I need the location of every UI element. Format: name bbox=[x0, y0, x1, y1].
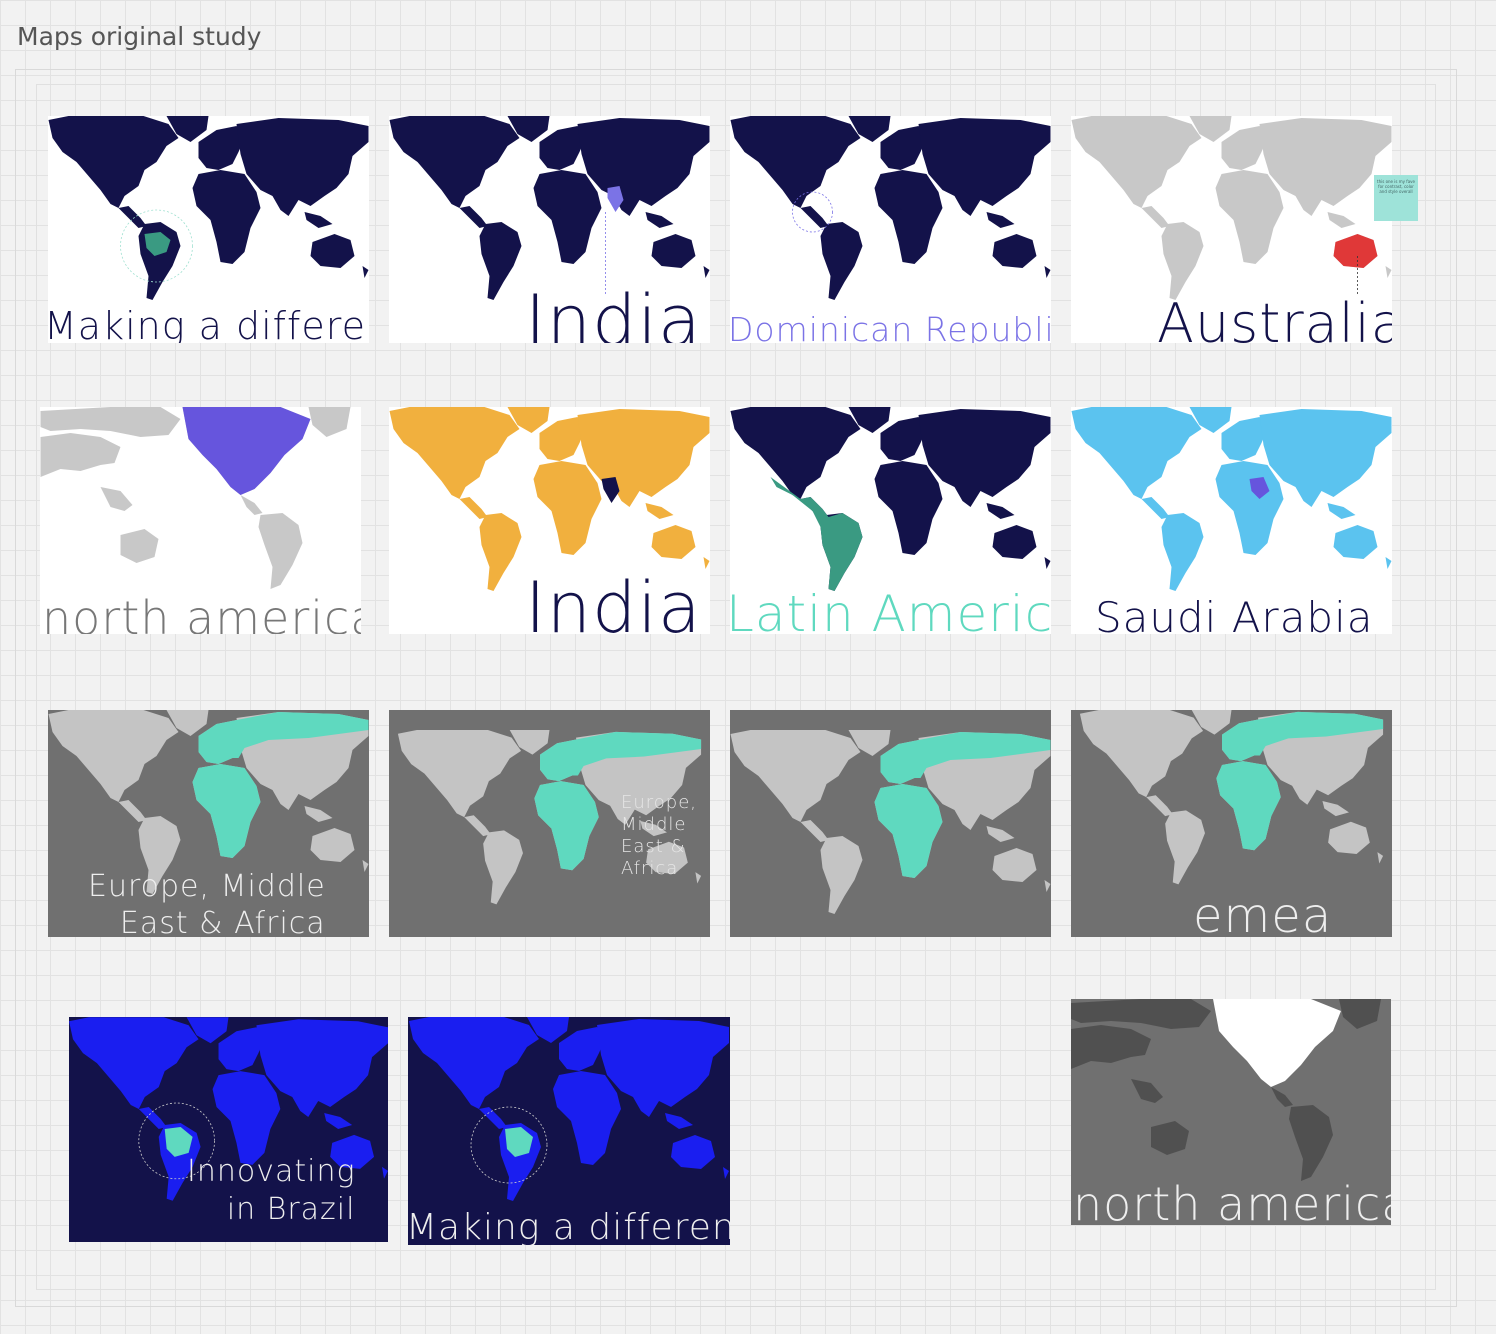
card-caption: Making a difference bbox=[48, 304, 369, 343]
world-map-image bbox=[409, 1017, 729, 1201]
world-map-image bbox=[730, 116, 1051, 300]
card-caption: Europe, Middle East & Africa bbox=[621, 792, 698, 879]
map-card-europe-middle-east-africa-small[interactable]: Europe, Middle East & Africa bbox=[389, 710, 710, 937]
card-caption: Europe, Middle East & Africa bbox=[88, 869, 326, 937]
world-map-image bbox=[1071, 999, 1381, 1181]
map-card-emea[interactable]: emea bbox=[1071, 710, 1392, 937]
card-caption: Australia bbox=[1157, 292, 1392, 343]
card-caption: India bbox=[525, 567, 702, 634]
card-caption: north america bbox=[42, 591, 361, 634]
world-map-image bbox=[1079, 710, 1384, 885]
card-caption: Innovating in Brazil bbox=[187, 1154, 356, 1227]
sticky-note[interactable]: this one is my fave for contrast, color … bbox=[1374, 175, 1418, 221]
map-card-europe-middle-east-africa[interactable]: Europe, Middle East & Africa bbox=[48, 710, 369, 937]
card-caption: India bbox=[525, 280, 702, 343]
map-card-north-america[interactable]: north america bbox=[40, 407, 361, 634]
world-map-image bbox=[1071, 407, 1392, 591]
map-card-innovating-in-brazil[interactable]: Innovating in Brazil bbox=[69, 1017, 388, 1242]
map-card-india[interactable]: India bbox=[389, 116, 710, 343]
world-map-image bbox=[730, 730, 1051, 914]
card-caption: Latin America bbox=[730, 585, 1051, 634]
map-card-making-a-difference-blue[interactable]: Making a difference bbox=[408, 1017, 730, 1245]
world-map-image bbox=[40, 407, 351, 589]
world-map-image bbox=[48, 116, 369, 300]
map-card-dominican-republic[interactable]: Dominican Republic bbox=[730, 116, 1051, 343]
map-card-latin-america[interactable]: Latin America bbox=[730, 407, 1051, 634]
map-card-saudi-arabia[interactable]: Saudi Arabia bbox=[1071, 407, 1392, 634]
card-caption: emea bbox=[1193, 888, 1333, 937]
world-map-image bbox=[1071, 116, 1392, 300]
card-caption: emea bbox=[1040, 769, 1051, 932]
card-caption: Saudi Arabia bbox=[1095, 593, 1374, 634]
world-map-image bbox=[730, 407, 1051, 591]
card-caption: Making a difference bbox=[408, 1207, 730, 1245]
map-card-emea-vertical[interactable]: emea bbox=[730, 710, 1051, 937]
card-caption: north america bbox=[1073, 1177, 1391, 1225]
map-card-australia[interactable]: Australia bbox=[1071, 116, 1392, 343]
map-card-north-america-grey[interactable]: north america bbox=[1071, 999, 1391, 1225]
map-card-india-orange[interactable]: India bbox=[389, 407, 710, 634]
world-map-image bbox=[389, 116, 710, 300]
card-caption: Dominican Republic bbox=[730, 310, 1051, 343]
map-card-making-a-difference[interactable]: Making a difference bbox=[48, 116, 369, 343]
frame-title[interactable]: Maps original study bbox=[17, 22, 261, 51]
